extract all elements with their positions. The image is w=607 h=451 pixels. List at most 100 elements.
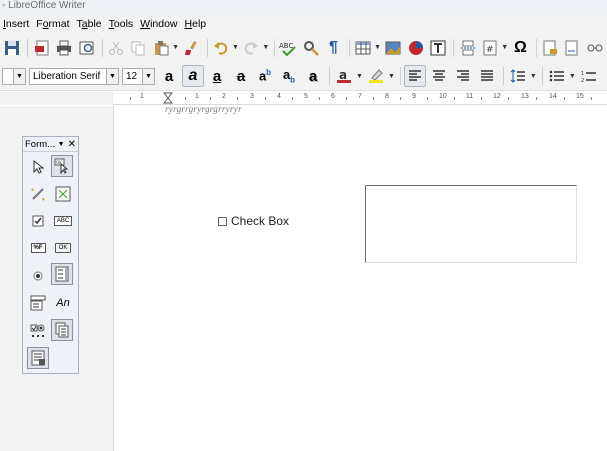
spelling-button[interactable]: ABC [278,37,298,59]
subscript-button[interactable]: ab [278,65,300,87]
ruler-tick [210,97,211,100]
bullets-button[interactable] [546,65,568,87]
redo-dropdown-icon[interactable]: ▼ [262,44,269,51]
insert-image-button[interactable] [383,37,403,59]
align-left-button[interactable] [403,65,426,87]
formatting-marks-button[interactable]: ¶ [323,37,343,59]
ruler-tick [481,97,482,100]
ruler-tick [237,97,238,100]
form-design-icon [55,186,71,202]
field-dropdown-icon[interactable]: ▼ [501,44,508,51]
palette-title: Form... [25,138,56,150]
align-right-icon [456,70,469,81]
insert-chart-button[interactable] [405,37,425,59]
copy-button[interactable] [128,37,148,59]
paragraph-style-combo[interactable]: ▼ [2,67,26,85]
clone-formatting-button[interactable] [181,37,201,59]
numbering-button[interactable]: 12 [578,65,600,87]
form-checkbox-control[interactable]: Check Box [218,214,289,228]
italic-button[interactable]: a [182,65,204,87]
track-changes-button[interactable] [585,37,605,59]
control-wizards-button[interactable] [27,183,49,205]
form-design-button[interactable] [52,183,74,205]
bullets-dropdown-icon[interactable]: ▼ [569,73,576,80]
menu-format[interactable]: Format [36,18,69,30]
menu-help[interactable]: Help [185,18,207,30]
shadow-button[interactable]: a [302,65,324,87]
insert-footnote-button[interactable] [562,37,582,59]
chart-icon [408,40,423,55]
bold-button[interactable]: a [158,65,180,87]
menu-table[interactable]: Table [77,18,102,30]
paste-button[interactable] [151,37,171,59]
ruler-tick [265,97,266,100]
justify-button[interactable] [476,65,498,87]
menu-insert[interactable]: Insert [3,18,29,30]
strikethrough-button[interactable]: a [230,65,252,87]
checkbox-square[interactable] [218,216,227,226]
formatted-field-tool-button[interactable]: %F [27,237,49,259]
highlighter-icon [368,69,383,83]
checkbox-tool-button[interactable] [27,210,49,232]
numbered-list-icon: 12 [581,71,596,83]
combo-box-tool-button[interactable] [27,292,49,314]
form-properties-button[interactable] [27,347,49,369]
superscript-button[interactable]: ab [254,65,276,87]
insert-table-button[interactable] [353,37,373,59]
highlight-dropdown-icon[interactable]: ▼ [388,73,395,80]
indent-marker-icon[interactable] [163,92,173,104]
highlight-color-button[interactable] [365,65,387,87]
align-right-button[interactable] [452,65,474,87]
ruler-tick [346,97,347,100]
textbox-icon [430,40,446,55]
ruler-tick [185,97,186,100]
font-name-combo[interactable]: Liberation Serif ▼ [29,67,119,85]
insert-textbox-button[interactable] [428,37,448,59]
more-controls-button[interactable] [27,320,49,342]
redo-button[interactable] [241,37,261,59]
paste-dropdown-icon[interactable]: ▼ [172,44,179,51]
document-page[interactable]: ryrgrrgryrgrgrryryr [113,104,607,451]
export-pdf-button[interactable] [31,37,51,59]
print-preview-button[interactable] [76,37,96,59]
radio-icon [33,271,43,281]
list-box-tool-button[interactable] [51,263,73,285]
find-replace-button[interactable] [301,37,321,59]
insert-hyperlink-button[interactable] [540,37,560,59]
table-dropdown-icon[interactable]: ▼ [374,44,381,51]
print-button[interactable] [54,37,74,59]
font-size-combo[interactable]: 12 ▼ [122,67,155,85]
menu-window[interactable]: Window [140,18,177,30]
font-color-dropdown-icon[interactable]: ▼ [356,73,363,80]
align-center-button[interactable] [428,65,450,87]
font-color-button[interactable]: a [333,65,355,87]
insert-page-break-button[interactable] [457,37,477,59]
bullet-list-icon [549,70,564,82]
menu-tools[interactable]: Tools [109,18,134,30]
palette-menu-icon[interactable]: ▼ [58,141,65,148]
form-frame-control[interactable] [365,185,577,263]
ruler-label: 8 [385,93,389,100]
line-spacing-dropdown-icon[interactable]: ▼ [530,73,537,80]
undo-button[interactable] [211,37,231,59]
cut-button[interactable] [106,37,126,59]
print-preview-icon [79,41,94,54]
form-navigator-button[interactable] [51,319,73,341]
insert-field-button[interactable]: # [480,37,500,59]
select-tool-button[interactable] [27,156,49,178]
close-icon[interactable]: ✕ [68,139,76,150]
underline-button[interactable]: a [206,65,228,87]
palette-header[interactable]: Form... ▼ ✕ [23,137,78,152]
save-button[interactable] [2,37,22,59]
insert-special-character-button[interactable]: Ω [510,37,530,59]
svg-text:1: 1 [581,71,584,77]
text-box-tool-button[interactable]: ABC [52,210,74,232]
undo-dropdown-icon[interactable]: ▼ [232,44,239,51]
ruler-tick [427,97,428,100]
option-button-tool-button[interactable] [27,265,49,287]
push-button-tool-button[interactable]: OK [52,237,74,259]
label-field-tool-button[interactable]: An [52,292,74,314]
line-spacing-button[interactable] [507,65,529,87]
design-mode-button[interactable]: OK [51,155,73,177]
svg-text:#: # [486,45,494,55]
